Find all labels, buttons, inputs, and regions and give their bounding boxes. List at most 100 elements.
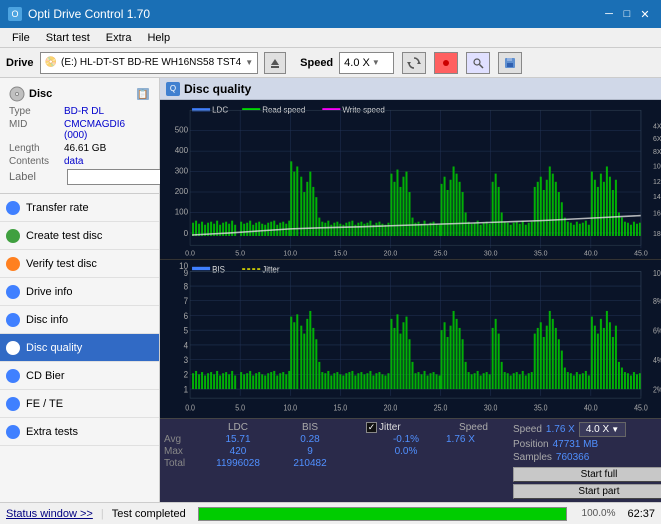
jitter-checkbox[interactable]: ✓: [366, 422, 377, 433]
extra-tests-icon: [6, 425, 20, 439]
bis-chart: 1 2 3 4 5 6 7 8 9 10 2% 4% 6% 8% 10%: [160, 260, 661, 419]
svg-text:20.0: 20.0: [384, 403, 398, 413]
disc-contents-value: data: [64, 156, 83, 167]
svg-text:10%: 10%: [653, 268, 661, 278]
fe-te-icon: [6, 397, 20, 411]
minimize-button[interactable]: ─: [601, 7, 617, 21]
svg-text:200: 200: [175, 187, 189, 196]
avg-label: Avg: [164, 434, 202, 445]
max-jitter: 0.0%: [366, 446, 446, 457]
sidebar-item-create-test-disc[interactable]: Create test disc: [0, 222, 159, 250]
chart-top: 0 100 200 300 400 500 18X 16X 14X 12X 10…: [160, 100, 661, 260]
svg-text:25.0: 25.0: [434, 249, 448, 257]
menu-bar: File Start test Extra Help: [0, 28, 661, 48]
disc-label-label: Label: [9, 171, 64, 183]
svg-text:10: 10: [179, 260, 188, 271]
sidebar-item-transfer-rate[interactable]: Transfer rate: [0, 194, 159, 222]
start-full-button[interactable]: Start full: [513, 467, 661, 482]
sidebar-item-verify-label: Verify test disc: [26, 258, 97, 270]
status-window-button[interactable]: Status window >>: [6, 508, 93, 520]
progress-bar-fill: [199, 508, 567, 520]
disc-info-icon: [6, 313, 20, 327]
chart-bottom: 1 2 3 4 5 6 7 8 9 10 2% 4% 6% 8% 10%: [160, 260, 661, 419]
sidebar-item-drive-info[interactable]: Drive info: [0, 278, 159, 306]
svg-text:8: 8: [184, 280, 189, 291]
menu-help[interactable]: Help: [139, 30, 178, 46]
start-part-button[interactable]: Start part: [513, 484, 661, 499]
disc-section: Disc 📋 Type BD-R DL MID CMCMAGDI6 (000) …: [0, 78, 159, 194]
speed-value: 4.0 X: [344, 57, 370, 69]
sidebar-item-verify-test-disc[interactable]: Verify test disc: [0, 250, 159, 278]
content-title: Disc quality: [184, 82, 251, 96]
svg-text:0.0: 0.0: [185, 249, 195, 257]
stats-panel: LDC BIS ✓ Jitter Speed Avg 15.71: [160, 418, 661, 502]
svg-text:8X: 8X: [653, 148, 661, 156]
svg-text:30.0: 30.0: [484, 249, 498, 257]
disc-icon: [9, 86, 25, 102]
avg-ldc: 15.71: [202, 434, 274, 445]
disc-refresh-btn[interactable]: 📋: [136, 87, 150, 101]
drive-bar: Drive 📀 (E:) HL-DT-ST BD-RE WH16NS58 TST…: [0, 48, 661, 78]
avg-jitter: -0.1%: [366, 434, 446, 445]
disc-type-row: Type BD-R DL: [9, 106, 150, 117]
jitter-checkbox-area[interactable]: ✓ Jitter: [366, 422, 446, 433]
disc-contents-row: Contents data: [9, 156, 150, 167]
svg-text:5.0: 5.0: [235, 249, 245, 257]
title-bar-left: O Opti Drive Control 1.70: [8, 7, 150, 21]
svg-text:16X: 16X: [653, 209, 661, 217]
svg-text:10.0: 10.0: [283, 249, 297, 257]
col-ldc-header: LDC: [202, 422, 274, 433]
svg-text:Read speed: Read speed: [262, 105, 305, 114]
menu-extra[interactable]: Extra: [98, 30, 140, 46]
menu-start-test[interactable]: Start test: [38, 30, 98, 46]
refresh-button[interactable]: [402, 52, 426, 74]
svg-text:18X: 18X: [653, 230, 661, 238]
disc-quality-icon: [6, 341, 20, 355]
svg-text:45.0: 45.0: [634, 403, 648, 413]
speed-select[interactable]: 4.0 X ▼: [339, 52, 394, 74]
sidebar-item-fe-te[interactable]: FE / TE: [0, 390, 159, 418]
disc-title: Disc: [29, 88, 52, 100]
disc-length-label: Length: [9, 143, 64, 154]
svg-text:45.0: 45.0: [634, 249, 648, 257]
col-bis-header: BIS: [274, 422, 346, 433]
disc-length-row: Length 46.61 GB: [9, 143, 150, 154]
svg-text:6X: 6X: [653, 135, 661, 143]
sidebar-item-extra-tests[interactable]: Extra tests: [0, 418, 159, 446]
sidebar-item-create-label: Create test disc: [26, 230, 102, 242]
avg-speed: 1.76 X: [446, 434, 475, 445]
svg-text:30.0: 30.0: [484, 403, 498, 413]
sidebar-item-disc-quality[interactable]: Disc quality: [0, 334, 159, 362]
disc-type-value: BD-R DL: [64, 106, 104, 117]
svg-text:5: 5: [184, 325, 189, 336]
progress-pct: 100.0%: [579, 508, 615, 519]
action-buttons: Start full Start part: [513, 467, 661, 499]
disc-length-value: 46.61 GB: [64, 143, 106, 154]
total-bis: 210482: [274, 458, 346, 469]
svg-text:Jitter: Jitter: [262, 263, 280, 274]
sidebar-item-disc-info[interactable]: Disc info: [0, 306, 159, 334]
sidebar-item-cd-bier-label: CD Bier: [26, 370, 65, 382]
menu-file[interactable]: File: [4, 30, 38, 46]
disc-mid-row: MID CMCMAGDI6 (000): [9, 119, 150, 141]
maximize-button[interactable]: □: [619, 7, 635, 21]
speed-info-value: 1.76 X: [546, 424, 575, 435]
speed-dropdown[interactable]: 4.0 X ▼: [579, 422, 626, 437]
settings-button[interactable]: [434, 52, 458, 74]
sidebar-item-cd-bier[interactable]: CD Bier: [0, 362, 159, 390]
svg-text:4: 4: [184, 339, 189, 350]
svg-text:20.0: 20.0: [384, 249, 398, 257]
save-button[interactable]: [498, 52, 522, 74]
app-icon: O: [8, 7, 22, 21]
drive-select[interactable]: 📀 (E:) HL-DT-ST BD-RE WH16NS58 TST4 ▼: [40, 52, 259, 74]
eject-button[interactable]: [264, 52, 286, 74]
close-button[interactable]: ✕: [637, 7, 653, 21]
svg-text:2%: 2%: [653, 385, 661, 395]
drive-label: Drive: [6, 57, 34, 69]
position-label: Position: [513, 439, 549, 450]
scan-button[interactable]: [466, 52, 490, 74]
sidebar: Disc 📋 Type BD-R DL MID CMCMAGDI6 (000) …: [0, 78, 160, 502]
sidebar-item-disc-info-label: Disc info: [26, 314, 68, 326]
ldc-chart: 0 100 200 300 400 500 18X 16X 14X 12X 10…: [160, 100, 661, 259]
svg-text:LDC: LDC: [212, 105, 228, 114]
